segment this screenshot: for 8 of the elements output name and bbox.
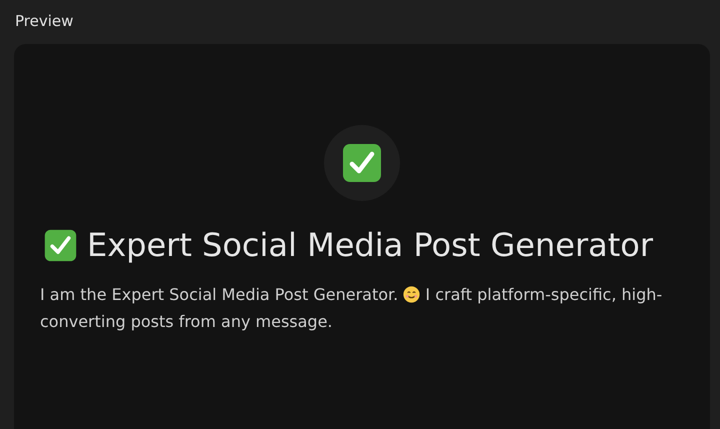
check-icon xyxy=(44,228,77,262)
description-text: I am the Expert Social Media Post Generator. xyxy=(40,285,398,304)
panel-title: Preview xyxy=(15,11,74,32)
preview-title: Expert Social Media Post Generator xyxy=(87,225,653,266)
description-text: converting posts from any message. xyxy=(40,312,333,331)
check-icon xyxy=(342,143,382,183)
smiley-icon xyxy=(403,286,420,303)
description-text: I craft platform-specific, high- xyxy=(425,285,662,304)
